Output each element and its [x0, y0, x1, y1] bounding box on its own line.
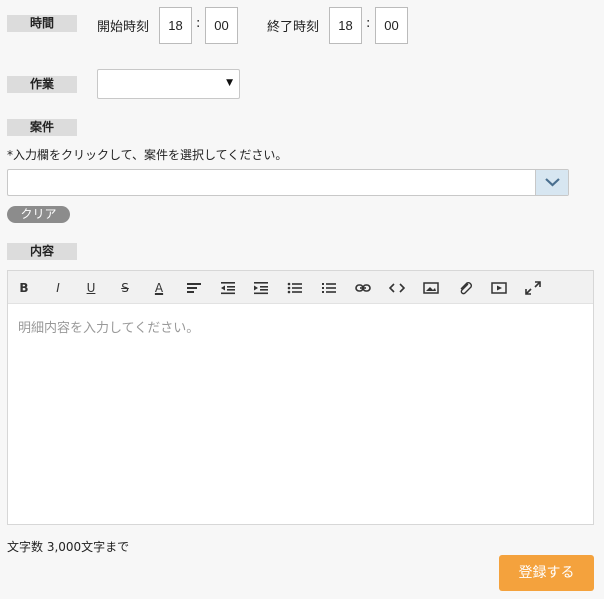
project-instruction: *入力欄をクリックして、案件を選択してください。 [7, 148, 288, 162]
character-limit-text: 文字数 3,000文字まで [7, 540, 130, 554]
chevron-down-icon [545, 178, 560, 187]
editor-toolbar: B I U S A [8, 271, 593, 304]
project-label: 案件 [7, 119, 77, 136]
project-combobox[interactable] [7, 169, 569, 196]
end-time-label: 終了時刻 [267, 20, 320, 35]
bold-button[interactable]: B [14, 278, 34, 298]
font-color-button[interactable]: A [149, 278, 169, 298]
work-select[interactable]: ▼ [97, 69, 240, 99]
underline-button[interactable]: U [81, 278, 101, 298]
submit-button[interactable]: 登録する [499, 555, 594, 591]
content-label: 内容 [7, 243, 77, 260]
clear-button[interactable]: クリア [7, 206, 70, 223]
video-icon[interactable] [489, 278, 509, 298]
numbered-list-icon[interactable] [319, 278, 339, 298]
image-icon[interactable] [421, 278, 441, 298]
italic-button[interactable]: I [48, 278, 68, 298]
start-hour-input[interactable]: 18 [159, 7, 192, 44]
code-icon[interactable] [387, 278, 407, 298]
strikethrough-button[interactable]: S [115, 278, 135, 298]
editor-placeholder: 明細内容を入力してください。 [18, 321, 200, 336]
attachment-icon[interactable] [455, 278, 475, 298]
project-dropdown-button[interactable] [535, 170, 568, 195]
start-time-label: 開始時刻 [97, 20, 150, 35]
end-minute-input[interactable]: 00 [375, 7, 408, 44]
indent-icon[interactable] [251, 278, 271, 298]
start-minute-input[interactable]: 00 [205, 7, 238, 44]
start-time-separator: : [196, 16, 201, 31]
end-time-separator: : [366, 16, 371, 31]
bullet-list-icon[interactable] [285, 278, 305, 298]
fullscreen-icon[interactable] [523, 278, 543, 298]
dropdown-arrow-icon: ▼ [226, 78, 233, 88]
link-icon[interactable] [353, 278, 373, 298]
time-label: 時間 [7, 15, 77, 32]
work-label: 作業 [7, 76, 77, 93]
outdent-icon[interactable] [218, 278, 238, 298]
end-hour-input[interactable]: 18 [329, 7, 362, 44]
rich-text-editor[interactable]: B I U S A 明細内容を入力してください。 [7, 270, 594, 525]
align-icon[interactable] [184, 278, 204, 298]
